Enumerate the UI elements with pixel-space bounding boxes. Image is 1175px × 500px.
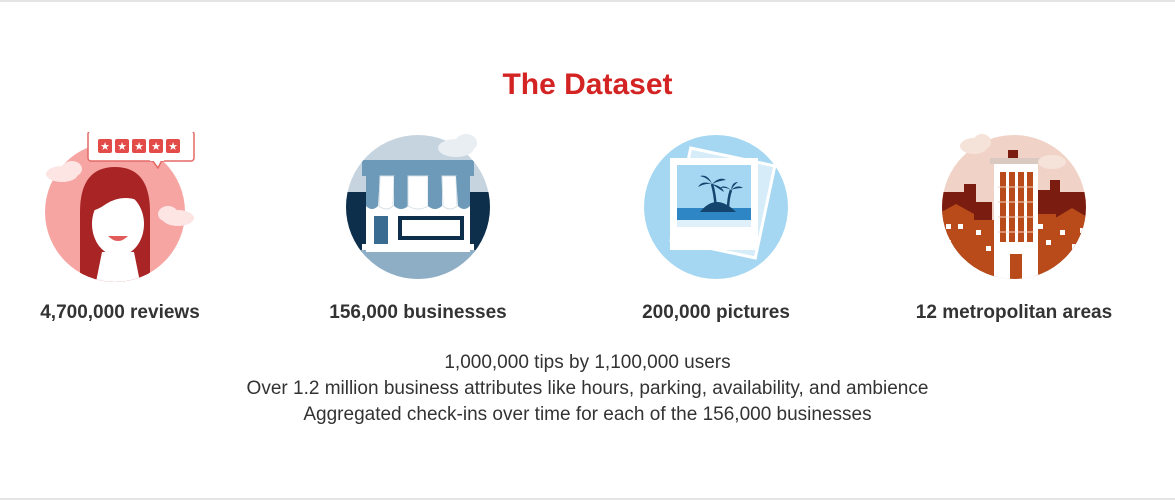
pictures-count-label: 200,000 pictures <box>642 302 790 323</box>
dataset-details: 1,000,000 tips by 1,100,000 users Over 1… <box>0 350 1175 428</box>
reviews-count-label: 4,700,000 reviews <box>40 302 200 323</box>
stat-reviews: ★ ★ ★ ★ ★ 4,700,000 reviews <box>0 132 270 324</box>
details-line-checkins: Aggregated check-ins over time for each … <box>303 404 872 425</box>
stat-pictures: 200,000 pictures <box>566 132 866 324</box>
details-line-attributes: Over 1.2 million business attributes lik… <box>246 378 929 399</box>
section-title: The Dataset <box>502 68 673 101</box>
stat-businesses: 156,000 businesses <box>268 132 568 324</box>
svg-text:★: ★ <box>134 140 144 153</box>
svg-text:★: ★ <box>100 140 110 153</box>
businesses-count-label: 156,000 businesses <box>329 302 507 323</box>
svg-text:★: ★ <box>117 140 127 153</box>
storefront-icon <box>346 134 490 279</box>
svg-text:★: ★ <box>151 140 161 153</box>
stat-metro: 12 metropolitan areas <box>864 132 1164 324</box>
details-line-tips: 1,000,000 tips by 1,100,000 users <box>444 352 731 373</box>
photos-icon <box>644 135 788 279</box>
city-skyline-icon <box>942 134 1086 279</box>
dataset-section: The Dataset ★ ★ ★ ★ ★ 4,700,000 reviews … <box>0 0 1175 500</box>
metro-count-label: 12 metropolitan areas <box>915 302 1113 323</box>
svg-text:★: ★ <box>168 140 178 153</box>
reviewer-avatar-icon: ★ ★ ★ ★ ★ <box>45 132 195 282</box>
